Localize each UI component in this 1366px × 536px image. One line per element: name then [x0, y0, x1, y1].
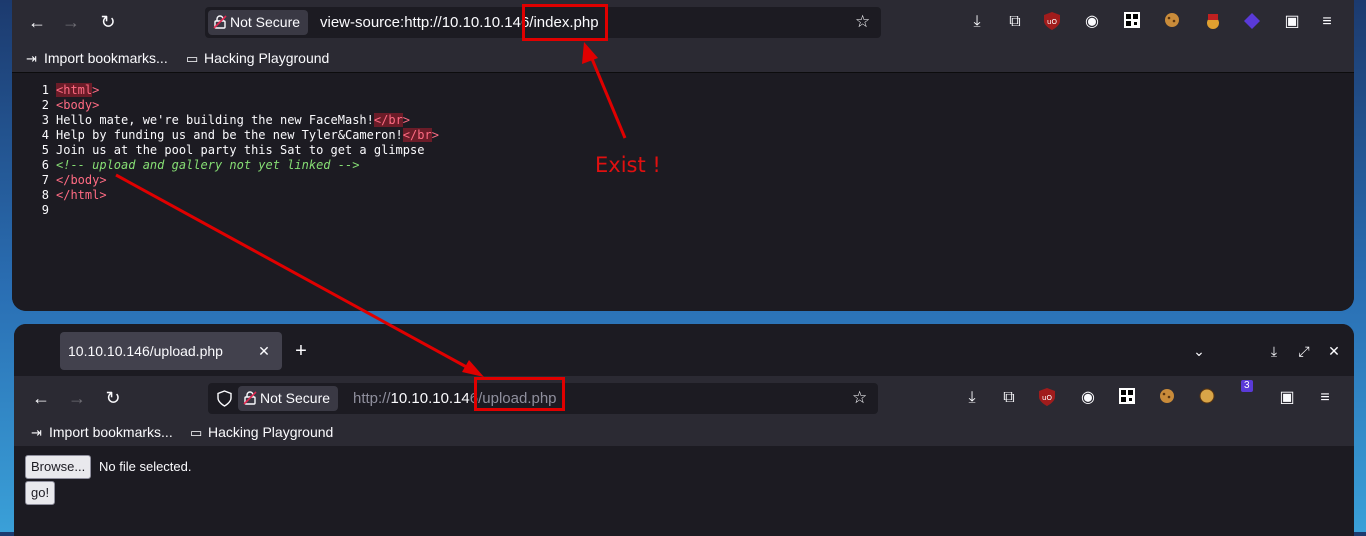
annotation-arrows: [115, 42, 627, 377]
